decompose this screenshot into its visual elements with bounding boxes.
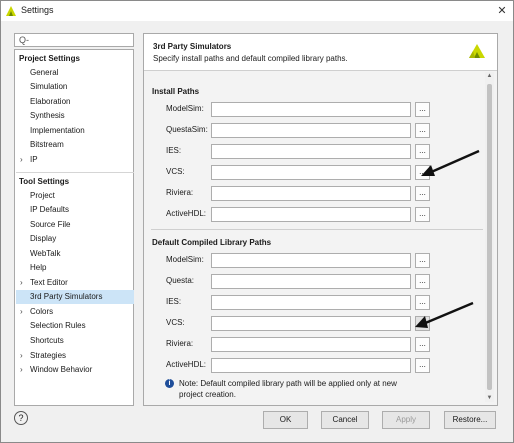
library-vcs-field[interactable] bbox=[211, 316, 411, 331]
close-icon[interactable]: ✕ bbox=[493, 3, 511, 19]
library-activehdl-label: ActiveHDL: bbox=[166, 360, 207, 369]
library-ies-label: IES: bbox=[166, 297, 182, 306]
install-questasim-browse-button[interactable]: ... bbox=[415, 123, 430, 138]
library-path-note: Note: Default compiled library path will… bbox=[179, 379, 397, 399]
panel-header: 3rd Party Simulators Specify install pat… bbox=[144, 34, 497, 70]
scroll-down-icon[interactable]: ▼ bbox=[485, 394, 494, 402]
install-activehdl-field[interactable] bbox=[211, 207, 411, 222]
tree-item-label: IP bbox=[30, 155, 38, 164]
tree-item-project[interactable]: Project bbox=[16, 189, 134, 203]
tree-item-label: Window Behavior bbox=[30, 365, 93, 374]
install-modelsim-field[interactable] bbox=[211, 102, 411, 117]
install-activehdl-label: ActiveHDL: bbox=[166, 209, 207, 218]
install-questasim-field[interactable] bbox=[211, 123, 411, 138]
install-questasim-label: QuestaSim: bbox=[166, 125, 208, 134]
cancel-button[interactable]: Cancel bbox=[321, 411, 369, 429]
tree-item-general[interactable]: General bbox=[16, 66, 134, 80]
chevron-right-icon[interactable]: › bbox=[20, 363, 23, 377]
tree-item-shortcuts[interactable]: Shortcuts bbox=[16, 334, 134, 348]
library-questa-label: Questa: bbox=[166, 276, 195, 285]
install-riviera-label: Riviera: bbox=[166, 188, 194, 197]
install-vcs-field[interactable] bbox=[211, 165, 411, 180]
annotation-arrow-icon bbox=[421, 149, 480, 176]
library-questa-field[interactable] bbox=[211, 274, 411, 289]
chevron-right-icon[interactable]: › bbox=[20, 349, 23, 363]
tree-item-webtalk[interactable]: WebTalk bbox=[16, 247, 134, 261]
search-input[interactable]: Q- bbox=[14, 33, 134, 47]
restore-button[interactable]: Restore... bbox=[444, 411, 496, 429]
chevron-right-icon[interactable]: › bbox=[20, 305, 23, 319]
window-title: Settings bbox=[21, 5, 54, 15]
tree-item-bitstream[interactable]: Bitstream bbox=[16, 138, 134, 152]
tree-item-window-behavior[interactable]: › Window Behavior bbox=[16, 363, 134, 377]
tree-header-tool-settings: Tool Settings bbox=[19, 177, 70, 186]
library-riviera-field[interactable] bbox=[211, 337, 411, 352]
ok-button[interactable]: OK bbox=[263, 411, 308, 429]
install-paths-header: Install Paths bbox=[152, 87, 200, 96]
tree-item-label: Text Editor bbox=[30, 278, 68, 287]
install-riviera-field[interactable] bbox=[211, 186, 411, 201]
install-riviera-browse-button[interactable]: ... bbox=[415, 186, 430, 201]
tree-item-strategies[interactable]: › Strategies bbox=[16, 349, 134, 363]
install-ies-label: IES: bbox=[166, 146, 182, 155]
header-divider bbox=[144, 70, 497, 71]
library-ies-field[interactable] bbox=[211, 295, 411, 310]
section-divider bbox=[151, 229, 483, 230]
vivado-logo-icon bbox=[6, 6, 16, 16]
settings-dialog: Settings ✕ Q- Project Settings General S… bbox=[0, 0, 514, 443]
tree-item-elaboration[interactable]: Elaboration bbox=[16, 95, 134, 109]
library-activehdl-browse-button[interactable]: ... bbox=[415, 358, 430, 373]
apply-button[interactable]: Apply bbox=[382, 411, 430, 429]
panel-subtitle: Specify install paths and default compil… bbox=[153, 54, 348, 63]
library-modelsim-browse-button[interactable]: ... bbox=[415, 253, 430, 268]
info-icon: i bbox=[165, 379, 174, 388]
install-modelsim-browse-button[interactable]: ... bbox=[415, 102, 430, 117]
scrollbar-thumb[interactable] bbox=[487, 84, 492, 390]
tree-item-label: Colors bbox=[30, 307, 54, 316]
vertical-scrollbar[interactable]: ▲ ▼ bbox=[485, 72, 494, 402]
library-modelsim-label: ModelSim: bbox=[166, 255, 204, 264]
chevron-right-icon[interactable]: › bbox=[20, 276, 23, 290]
library-paths-header: Default Compiled Library Paths bbox=[152, 238, 272, 247]
install-activehdl-browse-button[interactable]: ... bbox=[415, 207, 430, 222]
library-riviera-label: Riviera: bbox=[166, 339, 194, 348]
library-modelsim-field[interactable] bbox=[211, 253, 411, 268]
scroll-up-icon[interactable]: ▲ bbox=[485, 72, 494, 80]
tree-item-3rd-party-simulators[interactable]: 3rd Party Simulators bbox=[16, 290, 134, 304]
tree-item-text-editor[interactable]: › Text Editor bbox=[16, 276, 134, 290]
annotation-arrow-icon bbox=[415, 301, 474, 328]
tree-item-label: Strategies bbox=[30, 351, 67, 360]
install-ies-field[interactable] bbox=[211, 144, 411, 159]
tree-header-project-settings: Project Settings bbox=[19, 54, 80, 63]
library-activehdl-field[interactable] bbox=[211, 358, 411, 373]
chevron-right-icon[interactable]: › bbox=[20, 153, 23, 167]
tree-item-ip[interactable]: › IP bbox=[16, 153, 134, 167]
install-modelsim-label: ModelSim: bbox=[166, 104, 204, 113]
tree-item-ip-defaults[interactable]: IP Defaults bbox=[16, 203, 134, 217]
help-button[interactable]: ? bbox=[14, 411, 28, 425]
search-icon: Q- bbox=[19, 35, 29, 45]
vivado-logo-icon bbox=[469, 44, 485, 58]
tree-item-selection-rules[interactable]: Selection Rules bbox=[16, 319, 134, 333]
tree-item-simulation[interactable]: Simulation bbox=[16, 80, 134, 94]
tree-item-synthesis[interactable]: Synthesis bbox=[16, 109, 134, 123]
tree-divider bbox=[16, 172, 134, 173]
library-riviera-browse-button[interactable]: ... bbox=[415, 337, 430, 352]
tree-item-colors[interactable]: › Colors bbox=[16, 305, 134, 319]
library-vcs-label: VCS: bbox=[166, 318, 185, 327]
title-bar: Settings ✕ bbox=[1, 1, 513, 21]
library-questa-browse-button[interactable]: ... bbox=[415, 274, 430, 289]
panel-title: 3rd Party Simulators bbox=[153, 42, 232, 51]
tree-item-implementation[interactable]: Implementation bbox=[16, 124, 134, 138]
tree-item-help[interactable]: Help bbox=[16, 261, 134, 275]
settings-tree: Project Settings General Simulation Elab… bbox=[14, 49, 134, 406]
tree-item-display[interactable]: Display bbox=[16, 232, 134, 246]
install-vcs-label: VCS: bbox=[166, 167, 185, 176]
tree-item-source-file[interactable]: Source File bbox=[16, 218, 134, 232]
